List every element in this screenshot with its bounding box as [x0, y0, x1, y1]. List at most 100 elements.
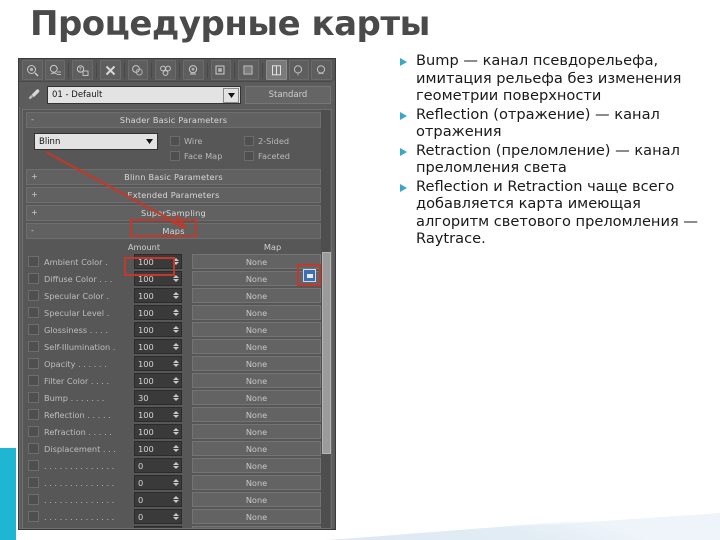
spinner-arrows-icon[interactable] [172, 408, 180, 420]
map-enable-checkbox[interactable] [28, 443, 39, 454]
rollout-extended-parameters[interactable]: + Extended Parameters [26, 187, 321, 203]
spinner-arrows-icon[interactable] [172, 340, 180, 352]
map-amount-spinner[interactable]: 0 [134, 492, 182, 507]
checkbox-box[interactable] [170, 135, 180, 146]
map-enable-checkbox[interactable] [28, 511, 39, 522]
map-enable-checkbox[interactable] [28, 273, 39, 284]
map-amount-spinner[interactable]: 100 [134, 441, 182, 456]
map-enable-checkbox[interactable] [28, 494, 39, 505]
spinner-arrows-icon[interactable] [172, 425, 180, 437]
map-assign-button[interactable]: None [192, 407, 321, 422]
map-enable-checkbox[interactable] [28, 307, 39, 318]
make-unique-icon[interactable] [155, 60, 176, 80]
show-map-in-viewport-icon[interactable] [238, 60, 259, 80]
checkbox-2-sided[interactable]: 2-Sided [244, 135, 318, 146]
map-amount-spinner[interactable]: 100 [134, 254, 182, 269]
map-amount-spinner[interactable]: 100 [134, 407, 182, 422]
map-amount-spinner[interactable]: 0 [134, 526, 182, 528]
map-assign-button[interactable]: None [192, 390, 321, 405]
spinner-arrows-icon[interactable] [172, 476, 180, 488]
rollout-shader-basic-parameters[interactable]: - Shader Basic Parameters [26, 112, 321, 128]
map-assign-button[interactable]: None [192, 271, 321, 286]
checkbox-box[interactable] [244, 135, 254, 146]
rollout-supersampling[interactable]: + SuperSampling [26, 205, 321, 221]
map-assign-button[interactable]: None [192, 339, 321, 354]
spinner-arrows-icon[interactable] [172, 289, 180, 301]
map-enable-checkbox[interactable] [28, 409, 39, 420]
map-amount-spinner[interactable]: 0 [134, 475, 182, 490]
map-amount-spinner[interactable]: 100 [134, 288, 182, 303]
map-enable-checkbox[interactable] [28, 256, 39, 267]
map-assign-button[interactable]: None [192, 254, 321, 269]
scrollbar-thumb[interactable] [322, 252, 331, 454]
go-forward-to-sibling-icon[interactable] [311, 60, 332, 80]
put-material-to-scene-icon[interactable] [44, 60, 66, 80]
spinner-arrows-icon[interactable] [172, 323, 180, 335]
rollout-toggle-icon[interactable]: + [31, 173, 38, 181]
map-enable-checkbox[interactable] [28, 290, 39, 301]
put-to-library-icon[interactable] [182, 60, 204, 80]
shader-type-dropdown[interactable]: Blinn [34, 133, 158, 150]
go-to-parent-icon[interactable] [288, 60, 310, 80]
map-assign-button[interactable]: None [192, 475, 321, 490]
map-amount-spinner[interactable]: 100 [134, 339, 182, 354]
rollout-toggle-icon[interactable]: - [31, 116, 34, 124]
map-assign-button[interactable]: None [192, 526, 321, 528]
map-enable-checkbox[interactable] [28, 392, 39, 403]
spinner-arrows-icon[interactable] [172, 272, 180, 284]
eyedropper-icon[interactable] [23, 86, 43, 103]
map-enable-checkbox[interactable] [28, 528, 39, 529]
map-amount-spinner[interactable]: 100 [134, 271, 182, 286]
map-enable-checkbox[interactable] [28, 375, 39, 386]
checkbox-faceted[interactable]: Faceted [244, 150, 318, 161]
map-assign-button[interactable]: None [192, 509, 321, 524]
checkbox-box[interactable] [244, 150, 254, 161]
map-assign-button[interactable]: None [192, 322, 321, 337]
checkbox-wire[interactable]: Wire [170, 135, 244, 146]
map-amount-spinner[interactable]: 100 [134, 373, 182, 388]
map-enable-checkbox[interactable] [28, 324, 39, 335]
reset-map-icon[interactable] [99, 60, 121, 80]
map-enable-checkbox[interactable] [28, 460, 39, 471]
map-assign-button[interactable]: None [192, 373, 321, 388]
get-material-icon[interactable] [22, 60, 43, 80]
make-material-copy-icon[interactable] [127, 60, 149, 80]
map-assign-button[interactable]: None [192, 458, 321, 473]
spinner-arrows-icon[interactable] [172, 306, 180, 318]
spinner-arrows-icon[interactable] [172, 357, 180, 369]
map-assign-button[interactable]: None [192, 492, 321, 507]
rollout-toggle-icon[interactable]: - [31, 227, 34, 235]
assign-material-to-selection-icon[interactable]: ? [72, 60, 93, 80]
material-effects-channel-icon[interactable] [210, 60, 232, 80]
map-assign-button[interactable]: None [192, 288, 321, 303]
spinner-arrows-icon[interactable] [172, 391, 180, 403]
map-amount-spinner[interactable]: 100 [134, 305, 182, 320]
material-type-button[interactable]: Standard [245, 85, 331, 104]
map-amount-spinner[interactable]: 30 [134, 390, 182, 405]
spinner-arrows-icon[interactable] [172, 374, 180, 386]
spinner-arrows-icon[interactable] [172, 527, 180, 528]
chevron-down-icon[interactable] [223, 87, 239, 103]
show-end-result-icon[interactable] [265, 60, 287, 80]
map-amount-spinner[interactable]: 0 [134, 509, 182, 524]
map-amount-spinner[interactable]: 100 [134, 322, 182, 337]
rollout-toggle-icon[interactable]: + [31, 191, 38, 199]
spinner-arrows-icon[interactable] [172, 442, 180, 454]
map-amount-spinner[interactable]: 100 [134, 356, 182, 371]
map-enable-checkbox[interactable] [28, 358, 39, 369]
rollout-blinn-basic-parameters[interactable]: + Blinn Basic Parameters [26, 169, 321, 185]
spinner-arrows-icon[interactable] [172, 493, 180, 505]
spinner-arrows-icon[interactable] [172, 255, 180, 267]
rollout-toggle-icon[interactable]: + [31, 209, 38, 217]
map-amount-spinner[interactable]: 0 [134, 458, 182, 473]
panel-scrollbar[interactable] [321, 110, 331, 528]
spinner-arrows-icon[interactable] [172, 459, 180, 471]
map-amount-spinner[interactable]: 100 [134, 424, 182, 439]
chevron-down-icon[interactable] [143, 135, 156, 147]
checkbox-face-map[interactable]: Face Map [170, 150, 244, 161]
spinner-arrows-icon[interactable] [172, 510, 180, 522]
material-name-field[interactable]: 01 - Default [47, 85, 241, 104]
map-enable-checkbox[interactable] [28, 426, 39, 437]
map-enable-checkbox[interactable] [28, 341, 39, 352]
map-assign-button[interactable]: None [192, 441, 321, 456]
